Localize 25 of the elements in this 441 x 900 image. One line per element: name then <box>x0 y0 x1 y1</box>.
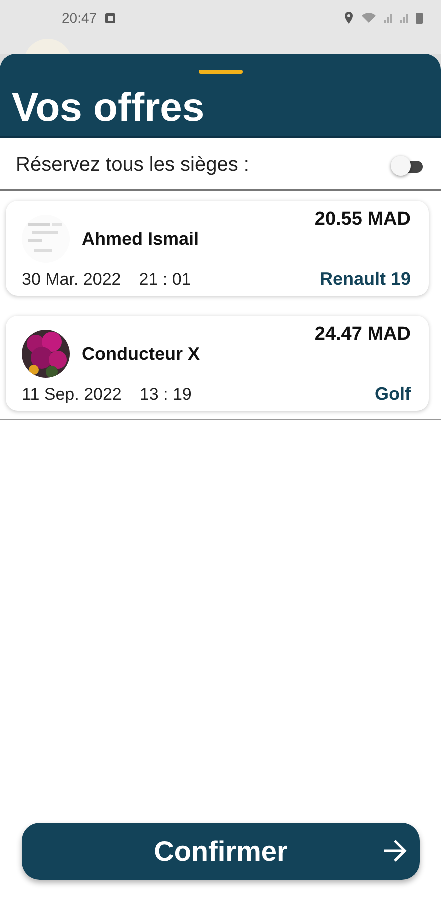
location-icon <box>344 11 354 25</box>
wifi-icon <box>362 13 376 23</box>
driver-name: Ahmed Ismail <box>82 228 200 250</box>
sheet-title: Vos offres <box>12 85 205 132</box>
notification-icon <box>105 12 116 24</box>
offer-card[interactable]: Ahmed Ismail 20.55 MAD 30 Mar. 2022 21 : 01 Renault 19 <box>6 201 429 296</box>
reserve-all-switch[interactable] <box>391 156 425 176</box>
offer-time: 13 : 19 <box>140 385 192 405</box>
car-model: Golf <box>375 384 411 405</box>
driver-name: Conducteur X <box>82 344 200 364</box>
offer-time: 21 : 01 <box>139 270 192 290</box>
arrow-right-icon <box>382 839 408 863</box>
status-time: 20:47 <box>62 10 98 26</box>
offer-card[interactable]: Conducteur X 24.47 MAD 11 Sep. 2022 13 : 19 Golf <box>6 316 429 411</box>
offer-price: 20.55 MAD <box>314 209 411 232</box>
offer-price: 24.47 MAD <box>314 324 411 347</box>
car-model: Renault 19 <box>320 269 411 290</box>
offer-date: 11 Sep. 2022 <box>22 385 122 405</box>
battery-icon <box>416 12 423 24</box>
drag-handle[interactable] <box>198 70 242 74</box>
signal-icon <box>384 13 392 23</box>
signal-icon <box>400 13 408 23</box>
confirm-button[interactable]: Confirmer <box>22 823 420 880</box>
offer-date: 30 Mar. 2022 <box>22 270 122 290</box>
toggle-label: Réservez tous les sièges : <box>16 154 250 177</box>
